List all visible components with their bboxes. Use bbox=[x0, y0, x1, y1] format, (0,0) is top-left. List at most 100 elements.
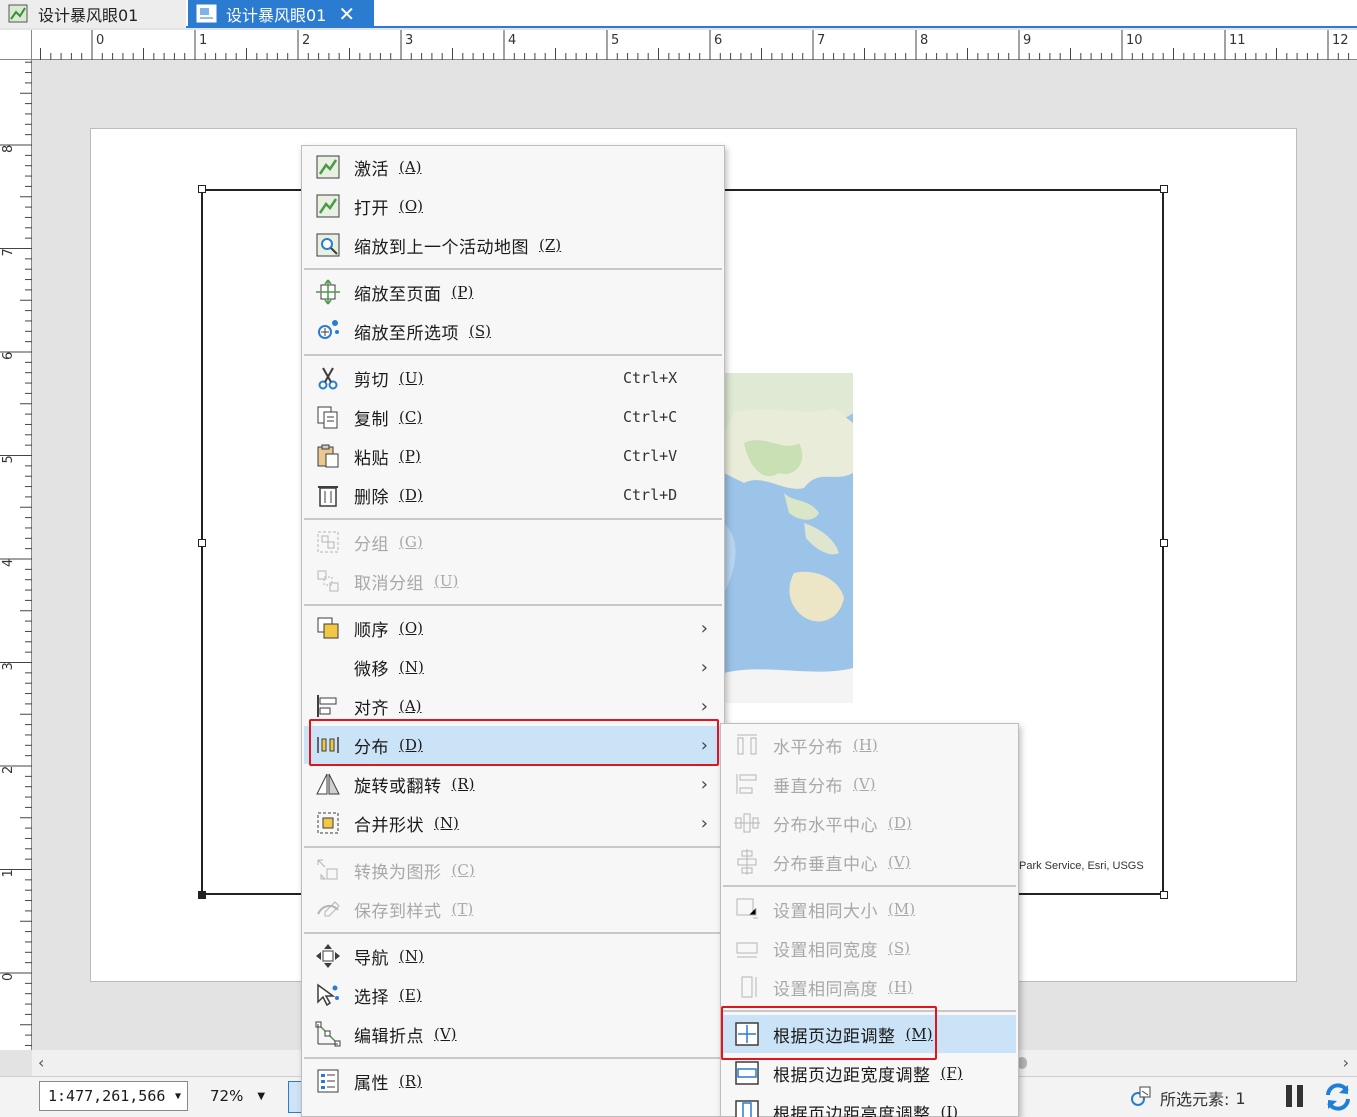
menu-item-accelerator: (H) bbox=[853, 736, 878, 754]
menu-item-label: 对齐 bbox=[354, 698, 389, 719]
menu-item-same-height: 设置相同高度 (H) bbox=[723, 968, 1016, 1006]
refresh-icon[interactable] bbox=[1323, 1081, 1353, 1113]
ruler-label: 9 bbox=[1023, 33, 1031, 48]
merge-shapes-icon bbox=[314, 809, 342, 837]
menu-item-shortcut: Ctrl+D bbox=[623, 486, 678, 504]
menu-item-zoom-previous-map[interactable]: 缩放到上一个活动地图 (Z) bbox=[304, 226, 722, 264]
menu-item-rotate-flip[interactable]: 旋转或翻转 (R) › bbox=[304, 765, 722, 803]
menu-item-label: 选择 bbox=[354, 987, 389, 1008]
resize-handle-top-right[interactable] bbox=[1160, 185, 1168, 193]
zoom-to-page-icon bbox=[314, 278, 342, 306]
menu-separator bbox=[304, 846, 722, 848]
scroll-right-icon[interactable]: › bbox=[1343, 1053, 1349, 1072]
menu-item-accelerator: (O) bbox=[399, 197, 424, 215]
menu-item-label: 激活 bbox=[354, 159, 389, 180]
scale-value: 1:477,261,566 bbox=[48, 1087, 166, 1105]
menu-item-fit-margin-height[interactable]: 根据页边距高度调整 (I) bbox=[723, 1093, 1016, 1117]
scroll-left-icon[interactable]: ‹ bbox=[38, 1053, 44, 1072]
copy-icon bbox=[314, 403, 342, 431]
tab-layout-inactive[interactable]: 设计暴风眼01 bbox=[0, 0, 186, 28]
menu-item-label: 剪切 bbox=[354, 370, 389, 391]
menu-separator bbox=[304, 518, 722, 520]
menu-item-label: 旋转或翻转 bbox=[354, 776, 442, 797]
document-tab-bar: 设计暴风眼01 设计暴风眼01 ✕ bbox=[0, 0, 1357, 28]
order-icon bbox=[314, 614, 342, 642]
convert-graphic-icon bbox=[314, 856, 342, 884]
map-frame-icon bbox=[314, 192, 342, 220]
resize-handle-left[interactable] bbox=[198, 539, 206, 547]
menu-item-label: 设置相同高度 bbox=[773, 979, 878, 1000]
close-icon[interactable]: ✕ bbox=[338, 4, 355, 24]
menu-item-accelerator: (E) bbox=[399, 986, 422, 1004]
navigate-icon bbox=[314, 942, 342, 970]
edit-vertices-icon bbox=[314, 1020, 342, 1048]
menu-item-distribute-vertical: 垂直分布 (V) bbox=[723, 765, 1016, 803]
menu-item-nudge[interactable]: 微移 (N) › bbox=[304, 648, 722, 686]
menu-item-label: 粘贴 bbox=[354, 448, 389, 469]
ruler-label: 8 bbox=[1, 145, 16, 153]
menu-item-label: 缩放至页面 bbox=[354, 284, 442, 305]
ruler-label: 0 bbox=[1, 973, 16, 981]
menu-item-same-size: 设置相同大小 (M) bbox=[723, 890, 1016, 928]
resize-handle-bottom-right[interactable] bbox=[1160, 891, 1168, 899]
trash-icon bbox=[314, 481, 342, 509]
pause-drawing-icon[interactable] bbox=[1286, 1085, 1304, 1107]
menu-item-same-width: 设置相同宽度 (S) bbox=[723, 929, 1016, 967]
ruler-label: 2 bbox=[1, 766, 16, 774]
menu-item-save-style: 保存到样式 (T) bbox=[304, 890, 722, 928]
menu-item-accelerator: (V) bbox=[853, 775, 876, 793]
chevron-down-icon: ▼ bbox=[174, 1090, 181, 1102]
menu-item-distribute-h-center: 分布水平中心 (D) bbox=[723, 804, 1016, 842]
ruler-label: 1 bbox=[199, 33, 207, 48]
scale-dropdown[interactable]: 1:477,261,566 ▼ bbox=[39, 1081, 188, 1111]
ruler-label: 3 bbox=[1, 662, 16, 670]
menu-item-accelerator: (O) bbox=[399, 619, 424, 637]
menu-item-label: 取消分组 bbox=[354, 573, 424, 594]
fit-margin-height-icon bbox=[733, 1098, 761, 1117]
ruler-label: 7 bbox=[817, 33, 825, 48]
zoom-dropdown[interactable]: 72% ▼ bbox=[210, 1087, 265, 1105]
distribute-horizontal-icon bbox=[733, 731, 761, 759]
menu-item-map-frame[interactable]: 激活 (A) bbox=[304, 148, 722, 186]
menu-item-distribute-horizontal: 水平分布 (H) bbox=[723, 726, 1016, 764]
menu-item-scissors[interactable]: 剪切 (U) Ctrl+X bbox=[304, 359, 722, 397]
menu-item-accelerator: (N) bbox=[434, 814, 459, 832]
selected-elements-info: 所选元素: 1 bbox=[1130, 1085, 1246, 1111]
menu-item-accelerator: (M) bbox=[888, 900, 916, 918]
menu-item-properties[interactable]: 属性 (R) bbox=[304, 1062, 722, 1100]
ruler-label: 6 bbox=[714, 33, 722, 48]
menu-item-ungroup: 取消分组 (U) bbox=[304, 562, 722, 600]
menu-item-select[interactable]: 选择 (E) bbox=[304, 976, 722, 1014]
resize-handle-bottom-left[interactable] bbox=[198, 891, 206, 899]
ungroup-icon bbox=[314, 567, 342, 595]
tab-layout-active[interactable]: 设计暴风眼01 ✕ bbox=[188, 0, 374, 28]
menu-item-order[interactable]: 顺序 (O) › bbox=[304, 609, 722, 647]
chevron-right-icon: › bbox=[700, 695, 708, 717]
menu-item-accelerator: (R) bbox=[399, 1072, 422, 1090]
menu-separator bbox=[304, 1057, 722, 1059]
resize-handle-top-left[interactable] bbox=[198, 185, 206, 193]
menu-item-trash[interactable]: 删除 (D) Ctrl+D bbox=[304, 476, 722, 514]
menu-item-accelerator: (D) bbox=[399, 486, 423, 504]
menu-item-label: 缩放至所选项 bbox=[354, 323, 459, 344]
menu-item-navigate[interactable]: 导航 (N) bbox=[304, 937, 722, 975]
menu-item-shortcut: Ctrl+X bbox=[623, 369, 678, 387]
menu-item-label: 微移 bbox=[354, 659, 389, 680]
menu-item-zoom-to-page[interactable]: 缩放至页面 (P) bbox=[304, 273, 722, 311]
menu-item-accelerator: (D) bbox=[888, 814, 912, 832]
scissors-icon bbox=[314, 364, 342, 392]
menu-item-accelerator: (U) bbox=[434, 572, 459, 590]
resize-handle-right[interactable] bbox=[1160, 539, 1168, 547]
menu-item-paste[interactable]: 粘贴 (P) Ctrl+V bbox=[304, 437, 722, 475]
menu-item-label: 根据页边距宽度调整 bbox=[773, 1065, 931, 1086]
menu-separator bbox=[304, 268, 722, 270]
menu-item-merge-shapes[interactable]: 合并形状 (N) › bbox=[304, 804, 722, 842]
menu-item-copy[interactable]: 复制 (C) Ctrl+C bbox=[304, 398, 722, 436]
menu-item-zoom-to-selected[interactable]: 缩放至所选项 (S) bbox=[304, 312, 722, 350]
menu-item-map-frame[interactable]: 打开 (O) bbox=[304, 187, 722, 225]
menu-item-edit-vertices[interactable]: 编辑折点 (V) bbox=[304, 1015, 722, 1053]
align-icon bbox=[314, 692, 342, 720]
menu-separator bbox=[304, 932, 722, 934]
horizontal-ruler: 0 1 2 3 4 5 6 7 8 9 10 11 12 bbox=[32, 30, 1357, 60]
chevron-right-icon: › bbox=[700, 812, 708, 834]
